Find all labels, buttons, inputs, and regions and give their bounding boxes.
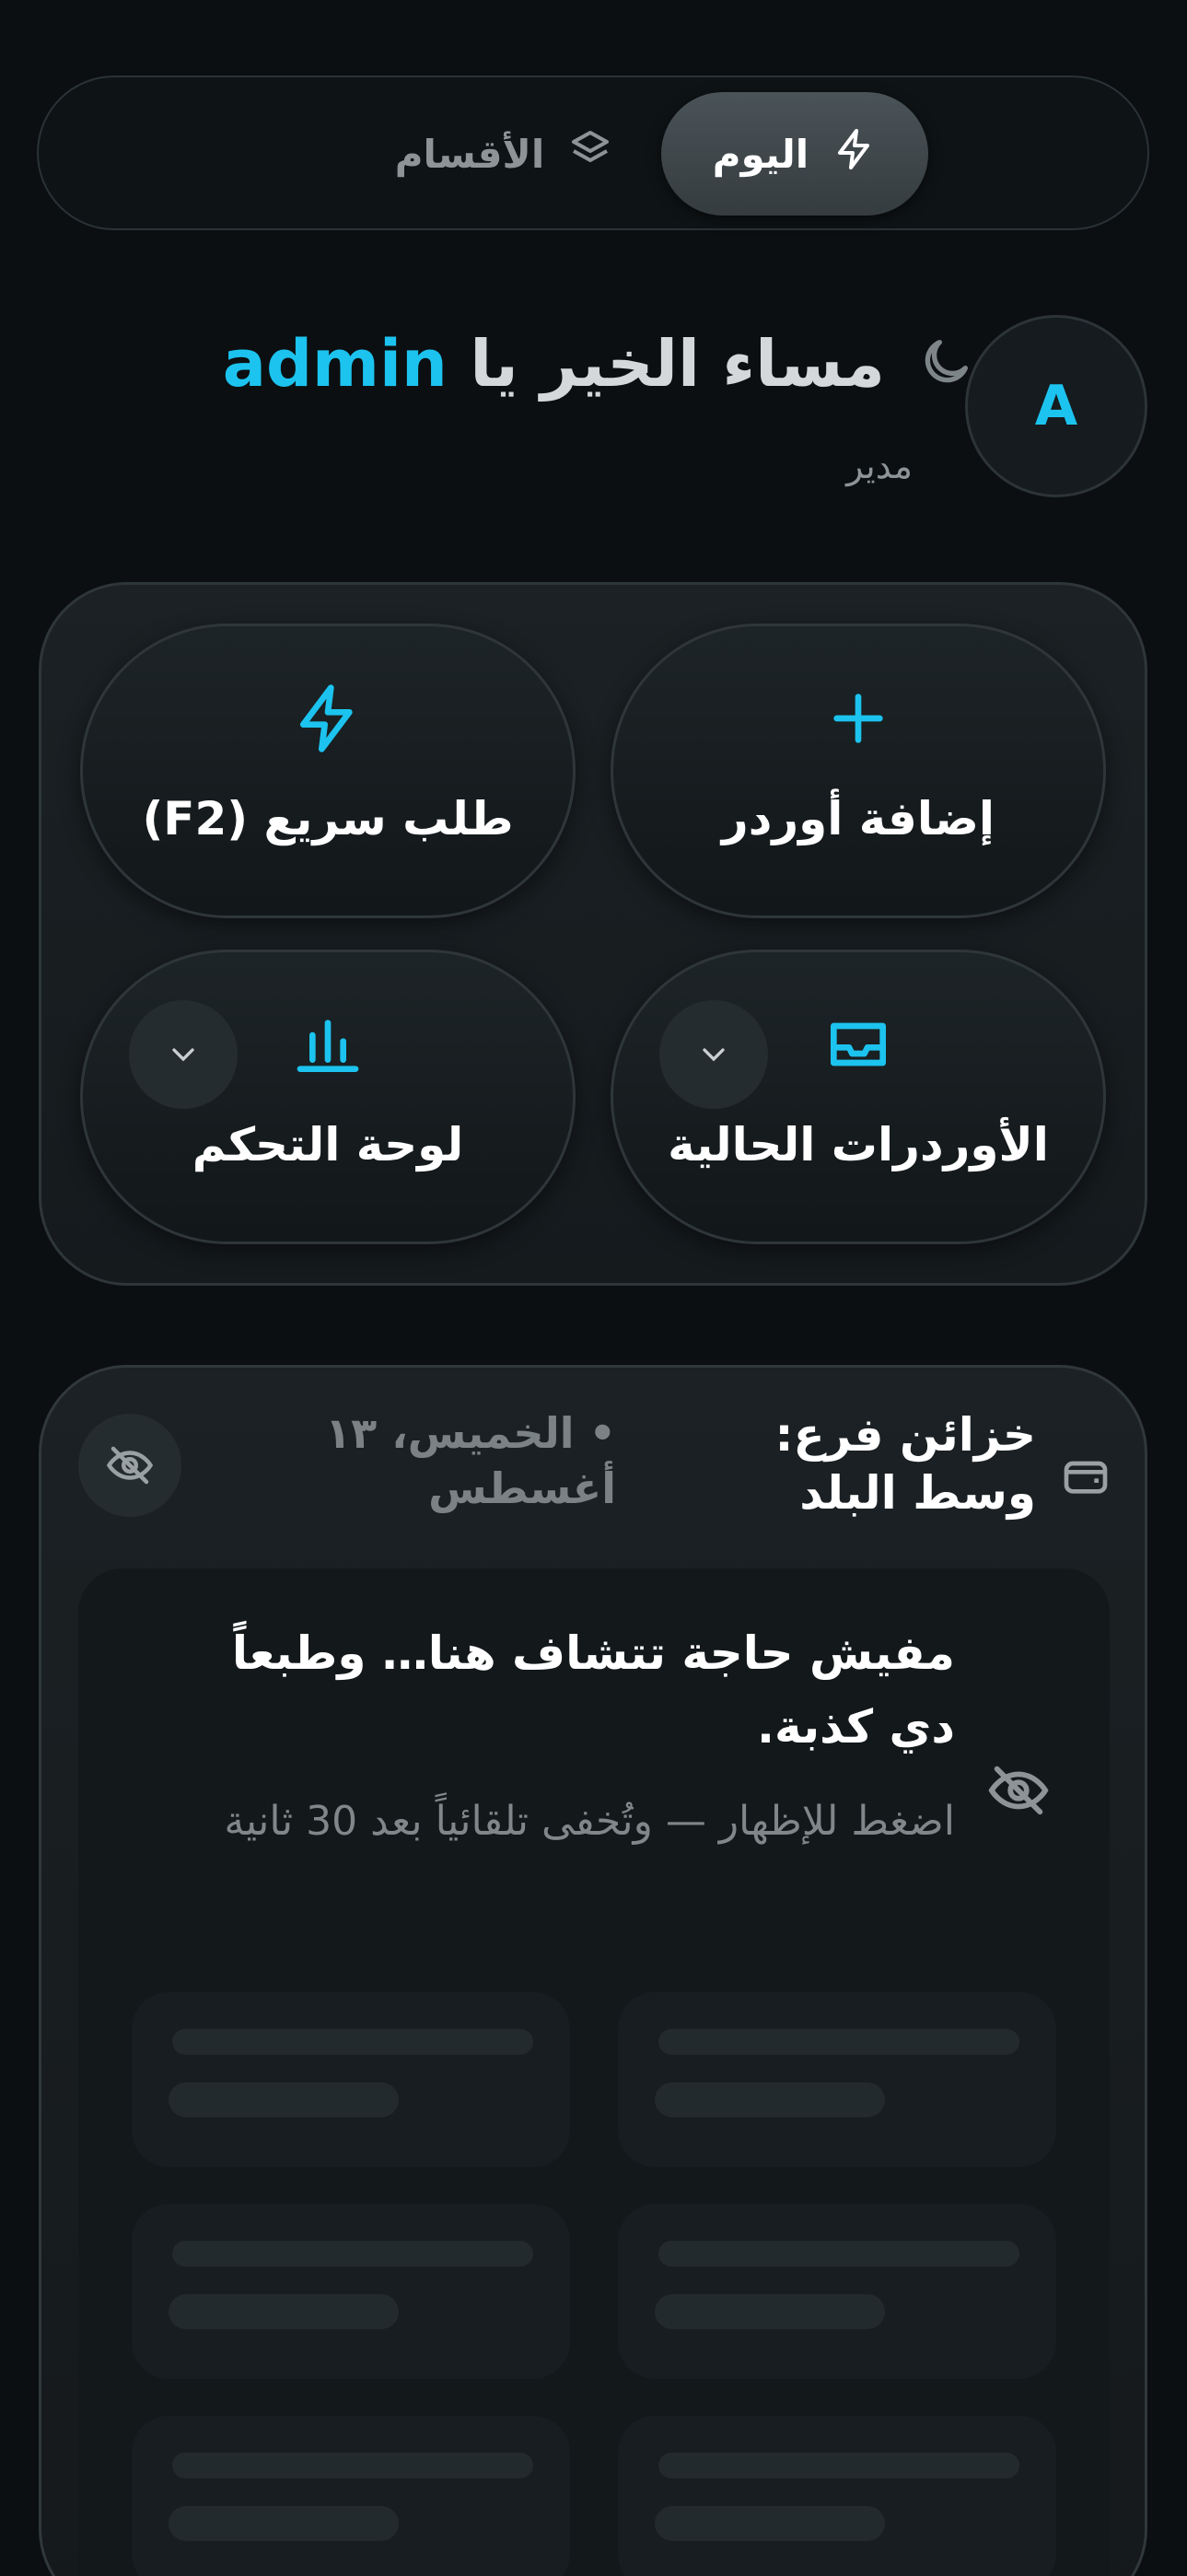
quick-actions-card: إضافة أوردر طلب سريع (F2) الأوردرات الحا…	[39, 582, 1147, 1286]
current-orders-label: الأوردرات الحالية	[668, 1118, 1049, 1171]
tab-sections-label: الأقسام	[394, 131, 545, 177]
dashboard-dropdown-toggle[interactable]	[129, 1000, 238, 1109]
dashboard-label: لوحة التحكم	[192, 1118, 464, 1171]
bar-chart-icon	[291, 1008, 365, 1081]
eye-off-icon	[106, 1446, 154, 1485]
bolt-icon	[291, 682, 365, 755]
top-tab-bar: اليوم الأقسام	[37, 76, 1149, 230]
hidden-message: مفيش حاجة تتشاف هنا… وطبعاً دي كذبة.	[231, 1626, 955, 1754]
treasury-card: خزائن فرع: وسط البلد • الخميس، ١٣ أغسطس …	[39, 1365, 1147, 2576]
treasury-title: خزائن فرع: وسط البلد	[774, 1408, 1036, 1520]
avatar[interactable]: A	[965, 315, 1147, 497]
add-order-label: إضافة أوردر	[721, 792, 995, 845]
skeleton-tile	[132, 1992, 570, 2167]
tab-sections[interactable]: الأقسام	[370, 92, 637, 216]
greeting-row: مساء الخير يا admin	[223, 313, 975, 414]
chevron-down-icon	[703, 1048, 725, 1062]
bolt-icon	[832, 127, 877, 181]
current-orders-button[interactable]: الأوردرات الحالية	[611, 950, 1106, 1244]
skeleton-tile	[618, 2204, 1056, 2379]
greeting-username: admin	[222, 326, 448, 402]
greeting-title: مساء الخير يا admin	[223, 326, 885, 402]
user-role: مدير	[846, 446, 913, 486]
eye-off-icon	[988, 1766, 1049, 1815]
greeting-text: مساء الخير يا	[470, 326, 885, 402]
chevron-down-icon	[172, 1048, 194, 1062]
skeleton-tile	[132, 2416, 570, 2576]
skeleton-tile	[132, 2204, 570, 2379]
dashboard-button[interactable]: لوحة التحكم	[80, 950, 576, 1244]
tab-today[interactable]: اليوم	[661, 92, 928, 216]
app-screen: اليوم الأقسام مساء الخير يا admin مدير A…	[0, 0, 1187, 2576]
quick-order-label: طلب سريع (F2)	[142, 792, 514, 845]
plus-icon	[821, 682, 895, 755]
hidden-balance-panel[interactable]: مفيش حاجة تتشاف هنا… وطبعاً دي كذبة. اضغ…	[78, 1568, 1110, 2576]
skeleton-tile	[618, 1992, 1056, 2167]
reveal-hint: اضغط للإظهار — وتُخفى تلقائياً بعد 30 ثا…	[224, 1798, 955, 1845]
tab-today-label: اليوم	[712, 131, 809, 177]
layers-icon	[568, 127, 612, 181]
add-order-button[interactable]: إضافة أوردر	[611, 624, 1106, 918]
toggle-visibility-button[interactable]	[78, 1414, 181, 1517]
wallet-icon	[1064, 1461, 1108, 1494]
inbox-icon	[821, 1008, 895, 1081]
quick-order-button[interactable]: طلب سريع (F2)	[80, 624, 576, 918]
orders-dropdown-toggle[interactable]	[659, 1000, 768, 1109]
skeleton-tile	[618, 2416, 1056, 2576]
treasury-date: • الخميس، ١٣ أغسطس	[325, 1408, 616, 1513]
